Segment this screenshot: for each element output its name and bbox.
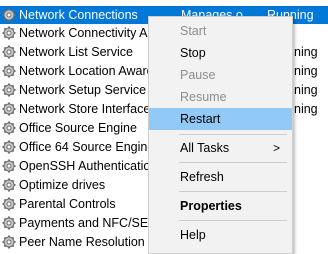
- menu-item-label: Properties: [180, 199, 242, 213]
- gear-icon: [2, 26, 16, 40]
- gear-icon: [2, 235, 16, 249]
- service-name: Optimize drives: [19, 178, 106, 192]
- menu-separator: [179, 220, 287, 221]
- gear-icon: [2, 121, 16, 135]
- service-name: Network Store Interface: [19, 102, 151, 116]
- menu-item-all-tasks[interactable]: All Tasks >: [149, 137, 292, 159]
- service-status: ning: [294, 83, 318, 97]
- gear-icon: [2, 8, 16, 22]
- service-name: Office Source Engine: [19, 121, 137, 135]
- menu-item-label: Resume: [180, 90, 227, 104]
- service-name: Network Connectivity A: [19, 26, 148, 40]
- gear-icon: [2, 140, 16, 154]
- gear-icon: [2, 216, 16, 230]
- menu-item-start[interactable]: Start: [149, 20, 292, 42]
- gear-icon: [2, 102, 16, 116]
- menu-item-stop[interactable]: Stop: [149, 42, 292, 64]
- menu-item-label: Restart: [180, 112, 221, 126]
- gear-icon: [2, 197, 16, 211]
- chevron-right-icon: >: [272, 141, 280, 155]
- menu-item-restart[interactable]: Restart: [149, 108, 292, 130]
- menu-item-refresh[interactable]: Refresh: [149, 166, 292, 188]
- context-menu: Start Stop Pause Resume Restart All Task…: [148, 16, 293, 254]
- menu-separator: [179, 134, 287, 135]
- gear-icon: [2, 83, 16, 97]
- menu-item-label: Pause: [180, 68, 216, 82]
- gear-icon: [2, 178, 16, 192]
- menu-item-label: Stop: [180, 46, 206, 60]
- menu-separator: [179, 162, 287, 163]
- service-status: ning: [294, 45, 318, 59]
- service-name: Payments and NFC/SE M: [19, 216, 163, 230]
- service-name: OpenSSH Authentication: [19, 159, 158, 173]
- service-name: Office 64 Source Engine: [19, 140, 155, 154]
- menu-separator: [179, 191, 287, 192]
- service-status: ning: [294, 64, 318, 78]
- menu-item-resume[interactable]: Resume: [149, 86, 292, 108]
- service-name: Network Connections: [19, 8, 138, 22]
- service-name: Network Location Aware: [19, 64, 154, 78]
- service-name: Parental Controls: [19, 197, 116, 211]
- menu-item-properties[interactable]: Properties: [149, 195, 292, 217]
- menu-item-pause[interactable]: Pause: [149, 64, 292, 86]
- gear-icon: [2, 45, 16, 59]
- service-name: Network Setup Service: [19, 83, 147, 97]
- service-name: Peer Name Resolution P: [19, 235, 157, 249]
- service-name: Network List Service: [19, 45, 133, 59]
- gear-icon: [2, 159, 16, 173]
- gear-icon: [2, 64, 16, 78]
- menu-item-help[interactable]: Help: [149, 224, 292, 246]
- service-status: ning: [294, 102, 318, 116]
- menu-item-label: Help: [180, 228, 206, 242]
- menu-item-label: Start: [180, 24, 207, 38]
- menu-item-label: All Tasks: [180, 141, 230, 155]
- menu-item-label: Refresh: [180, 170, 224, 184]
